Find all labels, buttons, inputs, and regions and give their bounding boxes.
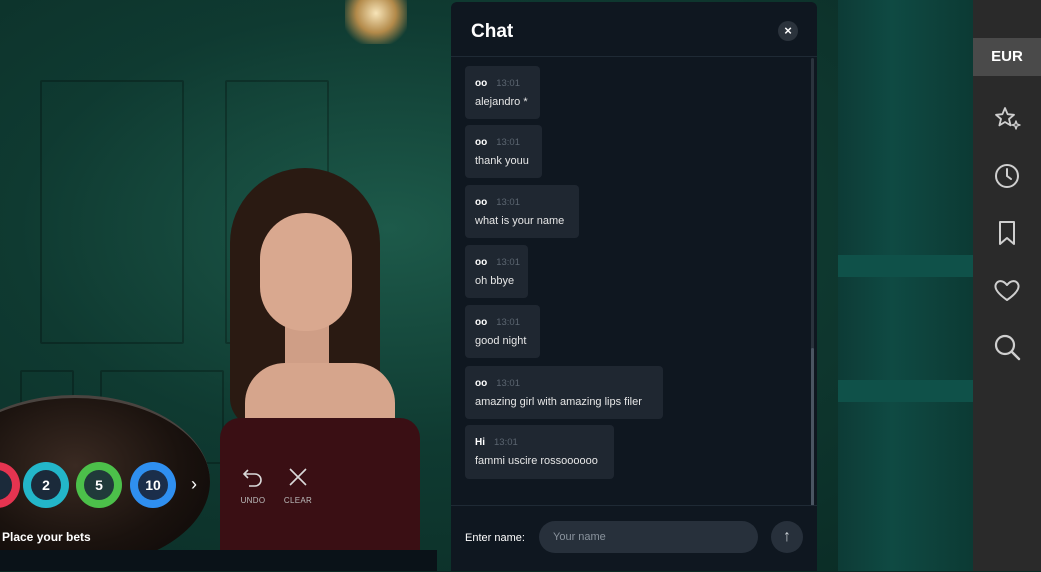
- chat-message: oo 13:01 amazing girl with amazing lips f…: [465, 366, 663, 419]
- message-time: 13:01: [496, 197, 520, 208]
- message-text: fammi uscire rossoooooo: [475, 455, 598, 467]
- chat-message: oo 13:01 good night: [465, 305, 540, 358]
- chat-title: Chat: [471, 21, 514, 42]
- currency-button[interactable]: EUR: [973, 38, 1041, 76]
- message-user: oo: [475, 137, 488, 148]
- undo-icon: [231, 466, 275, 493]
- game-status-text: Place your bets: [2, 530, 91, 544]
- scrollbar-thumb[interactable]: [811, 348, 814, 506]
- wall-sconce: [345, 0, 407, 44]
- send-button[interactable]: ↑: [771, 521, 803, 553]
- clear-label: CLEAR: [283, 496, 313, 505]
- close-icon: [276, 466, 320, 493]
- star-sparkle-icon[interactable]: [992, 104, 1022, 134]
- message-text: thank youu: [475, 155, 529, 167]
- chat-message: oo 13:01 oh bbye: [465, 245, 528, 298]
- message-time: 13:01: [496, 257, 520, 268]
- clear-button[interactable]: CLEAR: [276, 466, 320, 505]
- name-input[interactable]: [539, 521, 758, 553]
- message-time: 13:01: [496, 78, 520, 89]
- chip-10[interactable]: 10: [130, 462, 176, 508]
- message-user: oo: [475, 317, 488, 328]
- chip-2[interactable]: 2: [23, 462, 69, 508]
- message-text: amazing girl with amazing lips filer: [475, 396, 642, 408]
- chat-message: oo 13:01 alejandro *: [465, 66, 540, 119]
- name-label: Enter name:: [465, 532, 525, 544]
- bookmark-icon[interactable]: [992, 218, 1022, 248]
- undo-button[interactable]: UNDO: [231, 466, 275, 505]
- heart-icon[interactable]: [992, 275, 1022, 305]
- chat-message: oo 13:01 what is your name: [465, 185, 579, 238]
- chip-5[interactable]: 5: [76, 462, 122, 508]
- chat-message-list: oo 13:01 alejandro * oo 13:01 thank youu o…: [465, 64, 805, 504]
- clock-icon[interactable]: [992, 161, 1022, 191]
- message-user: Hi: [475, 437, 485, 448]
- close-chat-button[interactable]: ×: [778, 21, 798, 41]
- message-user: oo: [475, 78, 488, 89]
- message-user: oo: [475, 378, 488, 389]
- search-icon[interactable]: [992, 332, 1022, 362]
- chat-message: oo 13:01 thank youu: [465, 125, 542, 178]
- dealer: [190, 168, 470, 571]
- message-time: 13:01: [496, 378, 520, 389]
- chat-message: Hi 13:01 fammi uscire rossoooooo: [465, 425, 614, 479]
- wall-panel: [40, 80, 184, 344]
- chat-header: Chat ×: [451, 2, 817, 57]
- chat-panel: Chat × oo 13:01 alejandro * oo 13:01 thank…: [451, 2, 817, 571]
- message-time: 13:01: [496, 317, 520, 328]
- message-text: good night: [475, 335, 527, 347]
- message-time: 13:01: [496, 137, 520, 148]
- message-text: what is your name: [475, 215, 565, 227]
- message-text: oh bbye: [475, 275, 515, 287]
- message-text: alejandro *: [475, 96, 528, 108]
- message-user: oo: [475, 257, 488, 268]
- wall-right: [838, 0, 973, 571]
- undo-label: UNDO: [240, 496, 266, 505]
- right-sidebar: EUR: [973, 0, 1041, 571]
- message-user: oo: [475, 197, 488, 208]
- chevron-right-icon[interactable]: ›: [191, 474, 197, 495]
- message-time: 13:01: [494, 437, 518, 448]
- bottom-bar: [0, 550, 437, 571]
- chat-scrollbar[interactable]: [811, 58, 814, 506]
- chat-footer: Enter name: ↑: [451, 505, 817, 572]
